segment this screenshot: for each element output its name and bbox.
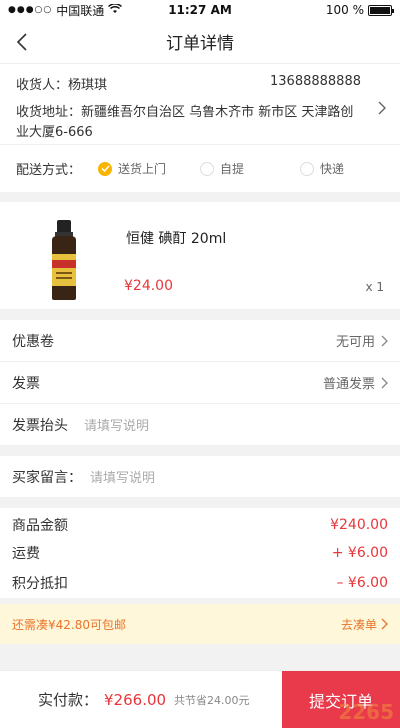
page-title: 订单详情 — [166, 34, 234, 54]
coupon-label: 优惠卷 — [12, 333, 54, 350]
add-items-label: 去凑单 — [340, 617, 377, 632]
delivery-option-label: 快递 — [320, 162, 345, 176]
nav-bar: 订单详情 — [0, 20, 400, 64]
product-quantity: x 1 — [365, 280, 384, 294]
section-gap — [0, 498, 400, 508]
product-item[interactable]: 恒健 碘酊 20ml ¥24.00 x 1 — [0, 202, 400, 310]
coupon-row[interactable]: 优惠卷 无可用 — [0, 320, 400, 362]
invoice-title-label: 发票抬头 — [12, 417, 68, 434]
chevron-right-icon — [381, 335, 388, 346]
product-image — [44, 220, 84, 300]
pay-label: 实付款： — [38, 691, 99, 709]
coupon-value: 无可用 — [335, 335, 375, 350]
address-label: 收货地址： — [16, 105, 82, 120]
delivery-option-label: 自提 — [220, 162, 245, 176]
invoice-label: 发票 — [12, 375, 40, 392]
battery-icon — [368, 4, 394, 16]
radio-checked-icon — [98, 161, 112, 176]
receiver-label: 收货人： — [16, 78, 69, 93]
shipping-label: 运费 — [12, 546, 40, 562]
message-input[interactable]: 请填写说明 — [90, 467, 155, 486]
points-row: 积分抵扣 – ¥6.00 — [0, 568, 400, 598]
product-price: ¥24.00 — [124, 278, 173, 294]
coupon-value-group: 无可用 — [336, 331, 388, 350]
address-card[interactable]: 收货人： 杨琪琪 13688888888 收货地址：新疆维吾尔自治区 乌鲁木齐市… — [0, 64, 400, 144]
chevron-right-icon — [381, 377, 388, 388]
delivery-label: 配送方式： — [16, 163, 82, 178]
section-gap — [0, 446, 400, 456]
battery-fill — [370, 6, 390, 14]
carrier-label: 中国联通 — [56, 3, 105, 18]
points-value: – ¥6.00 — [336, 575, 388, 591]
shipping-value: + ¥6.00 — [331, 545, 388, 561]
goods-amount-value: ¥240.00 — [330, 517, 388, 533]
add-items-link[interactable]: 去凑单 — [341, 616, 388, 633]
invoice-title-input[interactable]: 请填写说明 — [84, 415, 149, 434]
goods-amount-row: 商品金额 ¥240.00 — [0, 508, 400, 538]
saved-amount: 共节省24.00元 — [174, 693, 250, 707]
back-button[interactable] — [10, 28, 34, 56]
receiver-name: 杨琪琪 — [68, 78, 108, 93]
notice-text: 还需凑¥42.80可包邮 — [12, 617, 126, 632]
delivery-option-express[interactable]: 快递 — [300, 160, 344, 177]
section-gap — [0, 310, 400, 320]
invoice-row[interactable]: 发票 普通发票 — [0, 362, 400, 404]
message-label: 买家留言： — [12, 469, 82, 486]
goods-amount-label: 商品金额 — [12, 518, 68, 534]
points-label: 积分抵扣 — [12, 576, 68, 592]
invoice-value-group: 普通发票 — [323, 373, 388, 392]
address-row: 收货地址：新疆维吾尔自治区 乌鲁木齐市 新市区 天津路创业大厦6-666 — [16, 103, 366, 143]
submit-order-button[interactable]: 提交订单 — [282, 671, 400, 728]
battery-label: 100 % — [325, 3, 364, 17]
status-bar: ●●●○○ 中国联通 11:27 AM 100 % — [0, 0, 400, 20]
delivery-option-pickup[interactable]: 自提 — [200, 160, 244, 177]
invoice-title-row: 发票抬头 请填写说明 — [0, 404, 400, 446]
checkout-bar: 实付款： ¥266.00 共节省24.00元 提交订单 — [0, 670, 400, 728]
free-shipping-notice: 还需凑¥42.80可包邮 去凑单 — [0, 604, 400, 644]
signal-icon: ●●●○○ — [8, 5, 53, 15]
chevron-right-icon — [381, 618, 388, 630]
invoice-value: 普通发票 — [322, 377, 375, 392]
radio-unchecked-icon — [200, 161, 215, 176]
chevron-right-icon — [378, 100, 386, 119]
chevron-left-icon — [16, 33, 27, 51]
delivery-method: 配送方式： 送货上门 自提 快递 — [0, 144, 400, 192]
status-right: 100 % — [325, 3, 394, 17]
section-gap — [0, 192, 400, 202]
wifi-icon — [108, 3, 123, 17]
receiver-row: 收货人： 杨琪琪 13688888888 — [16, 74, 384, 93]
delivery-option-door[interactable]: 送货上门 — [98, 160, 166, 177]
shipping-row: 运费 + ¥6.00 — [0, 538, 400, 568]
delivery-option-label: 送货上门 — [118, 162, 167, 176]
receiver-phone: 13688888888 — [270, 74, 361, 89]
pay-total: ¥266.00 — [104, 690, 167, 709]
message-row: 买家留言： 请填写说明 — [0, 456, 400, 498]
product-name: 恒健 碘酊 20ml — [126, 231, 227, 247]
radio-unchecked-icon — [300, 161, 315, 176]
status-left: ●●●○○ 中国联通 — [8, 2, 123, 19]
